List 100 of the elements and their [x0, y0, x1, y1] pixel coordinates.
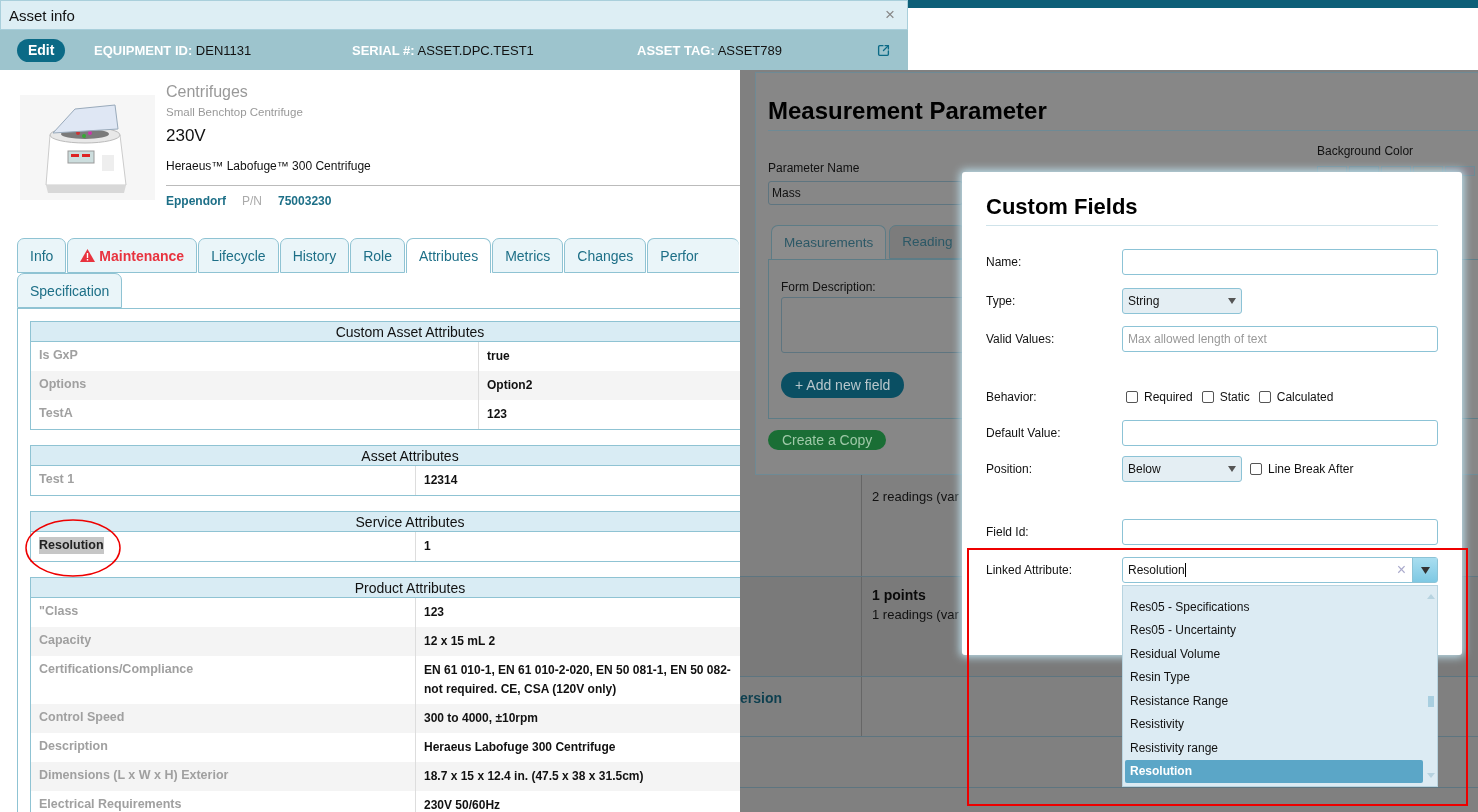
external-link-icon[interactable] [877, 42, 890, 58]
manufacturer-link[interactable]: Eppendorf [166, 194, 226, 208]
readings-text: 1 readings (var [872, 607, 959, 622]
section-header: Service Attributes [31, 512, 740, 532]
product-name: Heraeus™ Labofuge™ 300 Centrifuge [166, 159, 372, 173]
input-field[interactable] [1122, 420, 1438, 446]
points-text: 1 points [872, 587, 926, 603]
combobox-field[interactable]: Resolution × [1122, 557, 1438, 583]
attribute-value: true [486, 348, 511, 365]
section-header: Asset Attributes [31, 446, 740, 466]
dropdown-option[interactable]: Resistance Range [1125, 689, 1423, 713]
scroll-down-icon [1427, 773, 1435, 778]
readings-text: 2 readings (var [872, 489, 959, 504]
header-field: EQUIPMENT ID: DEN1131 [94, 42, 352, 58]
voltage-text: 230V [166, 126, 207, 146]
close-button[interactable]: × [881, 5, 899, 25]
attribute-label: Capacity [39, 632, 92, 649]
parameter-name-field[interactable]: Mass [768, 180, 963, 205]
dropdown-option[interactable]: Res05 - Uncertainty [1125, 618, 1423, 642]
tab[interactable]: Info [17, 238, 67, 273]
scroll-up-icon [1427, 594, 1435, 599]
attribute-label: Resolution [39, 537, 104, 554]
header-field: SERIAL #: ASSET.DPC.TEST1 [352, 42, 637, 58]
field-label: Name: [986, 255, 1023, 269]
field-label: Behavior: [986, 390, 1038, 404]
window-title: Asset info [9, 6, 75, 24]
attribute-label: Dimensions (L x W x H) Exterior [39, 767, 229, 784]
tab[interactable]: Attributes [406, 238, 492, 273]
field-label: Valid Values: [986, 332, 1056, 346]
input-field[interactable] [1122, 249, 1438, 275]
field-label: Parameter Name [768, 160, 861, 175]
copy-button[interactable]: Create a Copy [768, 429, 887, 450]
attribute-label: Control Speed [39, 709, 125, 726]
section-header: Product Attributes [31, 578, 740, 598]
add-field-button[interactable]: + Add new field [781, 372, 905, 398]
field-label: Form Description: [781, 279, 877, 294]
row-title: ersion [740, 690, 782, 706]
attribute-value: 123 [423, 604, 446, 621]
attribute-value: 12314 [423, 472, 459, 489]
warning-icon [80, 249, 96, 262]
attribute-label: Is GxP [39, 347, 78, 364]
attribute-label: Certifications/Compliance [39, 661, 194, 678]
tab[interactable]: Perfor [647, 238, 739, 273]
field-label: Background Color [1317, 143, 1415, 158]
tab[interactable]: Specification [17, 273, 123, 308]
attribute-value: Heraeus Labofuge 300 Centrifuge [423, 739, 617, 756]
checkbox[interactable] [1201, 391, 1214, 403]
part-number[interactable]: 75003230 [278, 194, 332, 208]
dropdown-option[interactable]: Resistivity [1125, 712, 1423, 736]
field-label: Linked Attribute: [986, 563, 1074, 577]
edit-button[interactable]: Edit [17, 38, 66, 62]
attribute-label: Electrical Requirements [39, 796, 182, 812]
field-label: Field Id: [986, 525, 1030, 539]
subtitle-text: Small Benchtop Centrifuge [166, 106, 304, 118]
caret-icon [1228, 298, 1236, 304]
attribute-label: Options [39, 376, 87, 393]
attribute-value: 230V 50/60Hz [423, 797, 502, 812]
attribute-value: 18.7 x 15 x 12.4 in. (47.5 x 38 x 31.5cm) [423, 768, 645, 785]
tab[interactable]: Role [350, 238, 405, 273]
checkbox[interactable] [1126, 391, 1138, 403]
dialog-title: Custom Fields [986, 194, 1139, 220]
select-field[interactable]: Below [1122, 456, 1242, 482]
checkbox-label[interactable]: Required [1126, 390, 1193, 404]
attribute-label: Test 1 [39, 471, 75, 488]
attribute-value: 300 to 4000, ±10rpm [423, 710, 539, 727]
tab[interactable]: Maintenance [67, 238, 198, 273]
select-field[interactable]: String [1122, 288, 1242, 314]
tab[interactable]: Changes [564, 238, 647, 273]
dropdown-option[interactable]: Residual Volume [1125, 642, 1423, 666]
checkbox[interactable] [1258, 391, 1271, 403]
field-label: Position: [986, 462, 1034, 476]
attribute-label: "Class [39, 603, 79, 620]
tab[interactable]: History [279, 238, 350, 273]
dropdown-option[interactable]: Res05 - Specifications [1125, 595, 1423, 619]
attribute-value: 123 [486, 406, 509, 423]
tab[interactable]: Metrics [492, 238, 564, 273]
field-label: Type: [986, 294, 1017, 308]
dropdown-option[interactable]: Resin Type [1125, 665, 1423, 689]
attribute-label: Description [39, 738, 108, 755]
caret-icon [1228, 466, 1236, 472]
attribute-value: EN 61 010-1, EN 61 010-2-020, EN 50 081-1, EN 50 082- not required. CE, CSA (120V only) [423, 662, 732, 698]
dialog-title: Measurement Parameter [768, 97, 1048, 125]
attribute-value: 12 x 15 mL 2 [423, 633, 497, 650]
section-header: Custom Asset Attributes [31, 322, 740, 342]
part-number-label: P/N [242, 194, 262, 208]
checkbox[interactable] [1250, 463, 1262, 475]
attribute-label: TestA [39, 405, 73, 422]
header-field: ASSET TAG: ASSET789 [637, 42, 877, 58]
checkbox-label[interactable]: Line Break After [1250, 462, 1354, 476]
category-text: Centrifuges [166, 82, 249, 102]
attribute-value: 1 [423, 538, 432, 555]
checkbox-label[interactable]: Static [1201, 390, 1250, 404]
checkbox-label[interactable]: Calculated [1258, 390, 1334, 404]
scroll-thumb[interactable] [1428, 696, 1434, 707]
input-field[interactable]: Max allowed length of text [1122, 326, 1438, 352]
dropdown-button[interactable] [1412, 558, 1437, 582]
tab[interactable]: Lifecycle [198, 238, 279, 273]
input-field[interactable] [1122, 519, 1438, 545]
caret-icon [1420, 566, 1430, 574]
dropdown-option[interactable]: Resistivity range [1125, 736, 1423, 760]
